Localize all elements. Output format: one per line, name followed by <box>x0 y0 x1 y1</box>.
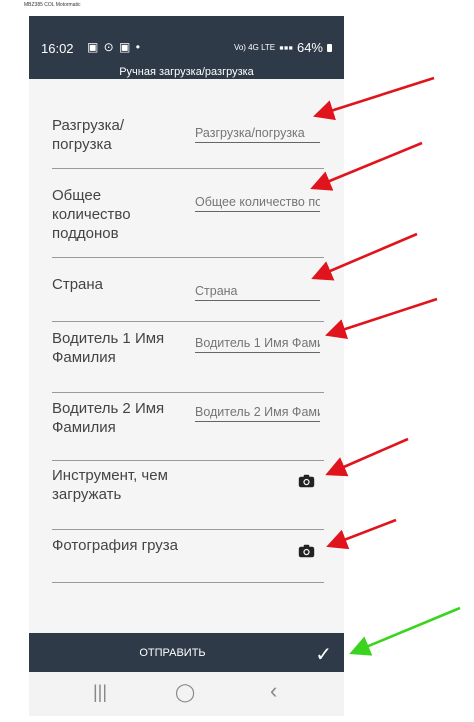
check-icon[interactable]: ✓ <box>315 642 332 667</box>
network-indicator: Vo) 4G LTE <box>233 42 276 52</box>
field-label: Общее количество поддонов <box>52 187 131 242</box>
field-label: Водитель 2 Имя Фамилия <box>52 400 165 436</box>
home-button[interactable]: ◯ <box>175 682 195 703</box>
form-row-country: Страна <box>52 258 324 322</box>
form-row-loading-tool-photo: Инструмент, чем загружать <box>52 461 324 530</box>
status-notification-icons: ▣ ⊙ ▣ • <box>87 40 141 54</box>
pallet-count-input[interactable] <box>195 193 320 212</box>
app-header: 16:02 ▣ ⊙ ▣ • Vo) 4G LTE ▪▪▪ 64% Ручная … <box>29 16 344 79</box>
battery-level: 64% <box>296 40 323 55</box>
green-arrow <box>349 606 461 656</box>
recents-button[interactable]: ||| <box>93 682 107 703</box>
status-time: 16:02 <box>41 41 74 56</box>
form-row-cargo-photo: Фотография груза <box>52 530 324 583</box>
submit-button[interactable]: ОТПРАВИТЬ <box>29 647 316 659</box>
field-label: Разгрузка/ погрузка <box>52 117 124 153</box>
form-row-load-type: Разгрузка/ погрузка <box>52 79 324 169</box>
battery-icon <box>327 43 332 52</box>
form-row-driver1: Водитель 1 Имя Фамилия <box>52 322 324 393</box>
field-label: Фотография груза <box>52 537 178 554</box>
load-type-input[interactable] <box>195 124 320 143</box>
driver2-input[interactable] <box>195 403 320 422</box>
form-row-driver2: Водитель 2 Имя Фамилия <box>52 393 324 461</box>
watermark-text: MBZ385 COL Motormatic <box>24 2 81 8</box>
field-label: Страна <box>52 276 104 293</box>
signal-icon: ▪▪▪ <box>279 40 293 55</box>
camera-icon[interactable] <box>297 472 315 490</box>
system-nav-bar: ||| ◯ ‹ <box>29 672 344 716</box>
submit-bar[interactable]: ОТПРАВИТЬ ✓ <box>29 633 344 672</box>
red-arrow <box>325 297 438 340</box>
phone-screen: 16:02 ▣ ⊙ ▣ • Vo) 4G LTE ▪▪▪ 64% Ручная … <box>29 16 344 716</box>
field-label: Инструмент, чем загружать <box>52 467 168 503</box>
status-right: Vo) 4G LTE ▪▪▪ 64% <box>234 40 332 55</box>
back-button[interactable]: ‹ <box>270 678 277 704</box>
field-label: Водитель 1 Имя Фамилия <box>52 330 165 366</box>
camera-icon[interactable] <box>297 542 315 560</box>
driver1-input[interactable] <box>195 334 320 353</box>
country-input[interactable] <box>195 282 320 301</box>
page-title: Ручная загрузка/разгрузка <box>119 66 254 78</box>
form-row-pallet-count: Общее количество поддонов <box>52 169 324 258</box>
